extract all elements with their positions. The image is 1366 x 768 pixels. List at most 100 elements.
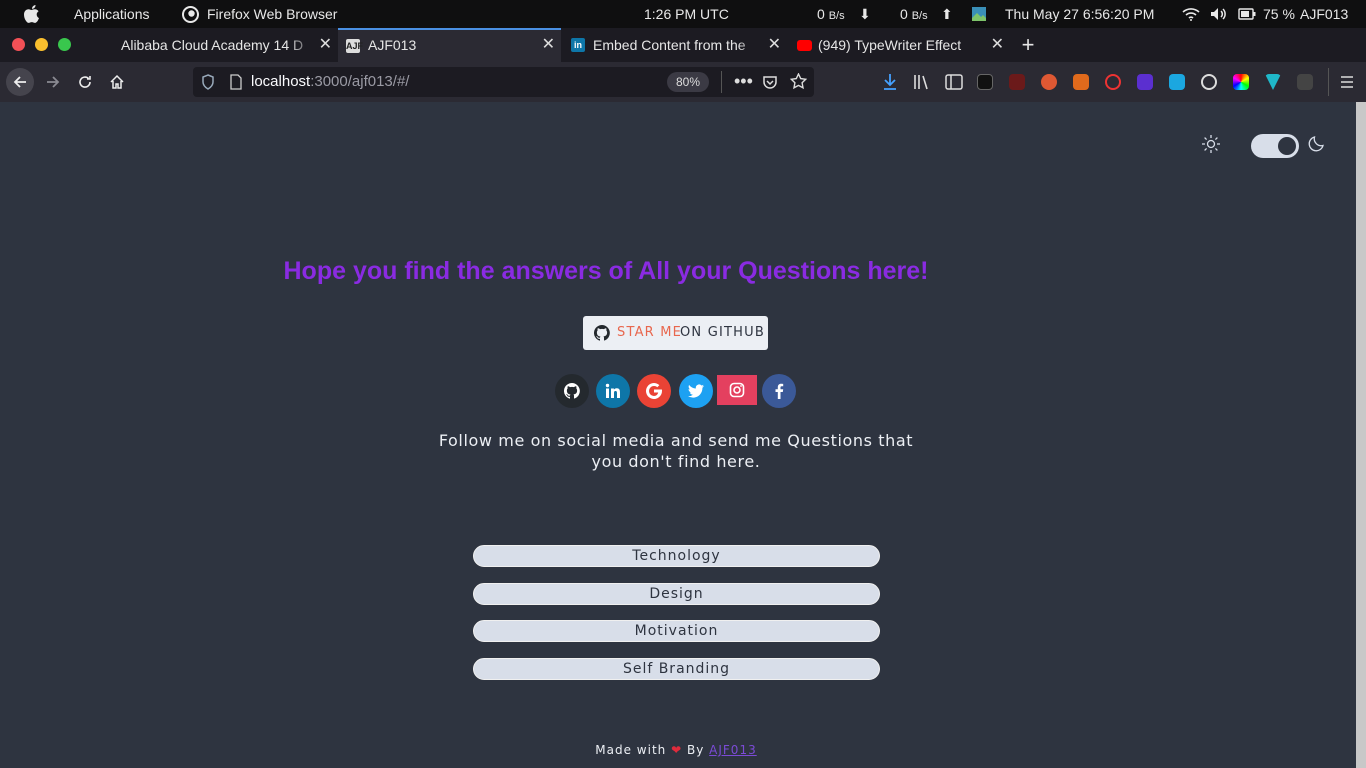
follow-text-line-1: Follow me on social media and send me Qu… [438,431,914,450]
google-link[interactable] [637,374,671,408]
follow-text: Follow me on social media and send me Qu… [0,430,1352,472]
image-viewer-icon[interactable] [971,0,987,28]
extension-mma-icon[interactable] [977,74,993,90]
clock[interactable]: 1:26 PM UTC [644,0,729,28]
close-tab-icon[interactable]: ✕ [542,30,555,60]
extension-v-icon[interactable] [1265,74,1281,90]
os-top-bar: Applications Firefox Web Browser 1:26 PM… [0,0,1366,28]
datetime[interactable]: Thu May 27 6:56:20 PM [1005,0,1154,28]
github-link[interactable] [555,374,589,408]
scrollbar-thumb[interactable] [1356,102,1366,768]
back-button[interactable] [6,68,34,96]
url-bar[interactable]: localhost:3000/ajf013/#/ 80% ••• [193,67,814,97]
tab-title: Alibaba Cloud Academy 14 D [121,37,304,53]
net-up-speed: 0 B/s [900,6,928,22]
star-me-text: STAR ME [617,325,683,340]
star-on-github-button[interactable]: STAR ME ON GITHUB [583,316,768,350]
home-button[interactable] [103,68,131,96]
page-content: Hope you find the answers of All your Qu… [0,102,1356,768]
instagram-link[interactable] [717,375,757,405]
extension-fox-icon[interactable] [1073,74,1089,90]
wifi-icon[interactable] [1182,0,1200,28]
footer: Made with ❤ By AJF013 [0,743,1352,757]
close-window-button[interactable] [12,38,25,51]
linkedin-favicon-icon: in [571,38,585,52]
footer-made-with: Made with [595,743,667,757]
url-divider [721,71,722,93]
navigation-bar: localhost:3000/ajf013/#/ 80% ••• [0,62,1366,102]
applications-menu[interactable]: Applications [74,0,150,28]
extension-gnome-icon[interactable] [1297,74,1313,90]
linkedin-link[interactable] [596,374,630,408]
downloads-icon[interactable] [882,73,898,96]
page-actions-icon[interactable]: ••• [734,70,753,92]
footer-by: By [686,743,705,757]
extension-record-icon[interactable] [1105,74,1121,90]
extension-color-picker-icon[interactable] [1233,74,1249,90]
shield-icon[interactable] [201,74,215,95]
close-tab-icon[interactable]: ✕ [319,28,332,62]
library-icon[interactable] [913,73,931,96]
tab-youtube[interactable]: (949) TypeWriter Effect ✕ [787,28,1010,62]
hamburger-menu-icon[interactable] [1339,74,1355,95]
arrow-down-icon: ⬇ [859,6,871,22]
author-link[interactable]: AJF013 [709,743,757,757]
category-design-button[interactable]: Design [473,583,880,605]
tab-title: AJF013 [368,37,417,53]
tab-strip: Alibaba Cloud Academy 14 D ✕ AJF AJF013 … [0,28,1366,62]
battery-percent: 75 % [1263,6,1295,22]
close-tab-icon[interactable]: ✕ [991,28,1004,62]
github-icon [564,383,580,399]
twitter-link[interactable] [679,374,713,408]
new-tab-button[interactable]: + [1016,28,1040,62]
extension-cookie-icon[interactable] [1201,74,1217,90]
page-headline: Hope you find the answers of All your Qu… [283,257,929,285]
google-icon [646,383,662,399]
moon-icon[interactable] [1308,134,1326,152]
forward-button[interactable] [39,68,67,96]
facebook-icon [775,383,784,399]
tab-fade [288,28,316,62]
extension-r-icon[interactable] [1009,74,1025,90]
sidebar-icon[interactable] [945,74,963,95]
toolbar-divider [1328,68,1329,96]
volume-icon[interactable] [1210,0,1228,28]
user-name[interactable]: AJF013 [1300,0,1348,28]
heart-icon: ❤ [671,743,683,757]
tab-ajf013[interactable]: AJF AJF013 ✕ [338,28,561,62]
bookmark-star-icon[interactable] [789,72,808,95]
pocket-icon[interactable] [762,74,778,95]
twitter-icon [688,384,704,398]
instagram-icon [729,382,745,398]
github-icon [593,325,610,341]
maximize-window-button[interactable] [58,38,71,51]
theme-toggle[interactable] [1251,134,1299,158]
page-icon [229,74,243,95]
tab-fade [960,28,988,62]
linkedin-icon [605,383,620,398]
extension-blue-icon[interactable] [1169,74,1185,90]
category-technology-button[interactable]: Technology [473,545,880,567]
facebook-link[interactable] [762,374,796,408]
close-tab-icon[interactable]: ✕ [768,28,781,62]
minimize-window-button[interactable] [35,38,48,51]
zoom-level[interactable]: 80% [667,72,709,92]
toggle-knob [1278,137,1296,155]
firefox-icon [182,0,199,28]
url-text[interactable]: localhost:3000/ajf013/#/ [251,67,409,97]
arrow-up-icon: ⬆ [941,6,953,22]
category-motivation-button[interactable]: Motivation [473,620,880,642]
ajf-favicon-icon: AJF [346,39,364,53]
category-self-branding-button[interactable]: Self Branding [473,658,880,680]
tab-linkedin-embed[interactable]: in Embed Content from the ✕ [561,28,787,62]
extension-layers-icon[interactable] [1137,74,1153,90]
battery-icon[interactable] [1238,0,1256,28]
reload-button[interactable] [71,68,99,96]
on-github-text: ON GITHUB [680,325,765,340]
apple-logo-icon[interactable] [24,0,40,28]
sun-icon[interactable] [1201,134,1221,154]
active-app-name[interactable]: Firefox Web Browser [207,0,337,28]
extension-duckduckgo-icon[interactable] [1041,74,1057,90]
tab-alibaba[interactable]: Alibaba Cloud Academy 14 D ✕ [110,28,338,62]
net-down-speed: 0 B/s [817,6,845,22]
